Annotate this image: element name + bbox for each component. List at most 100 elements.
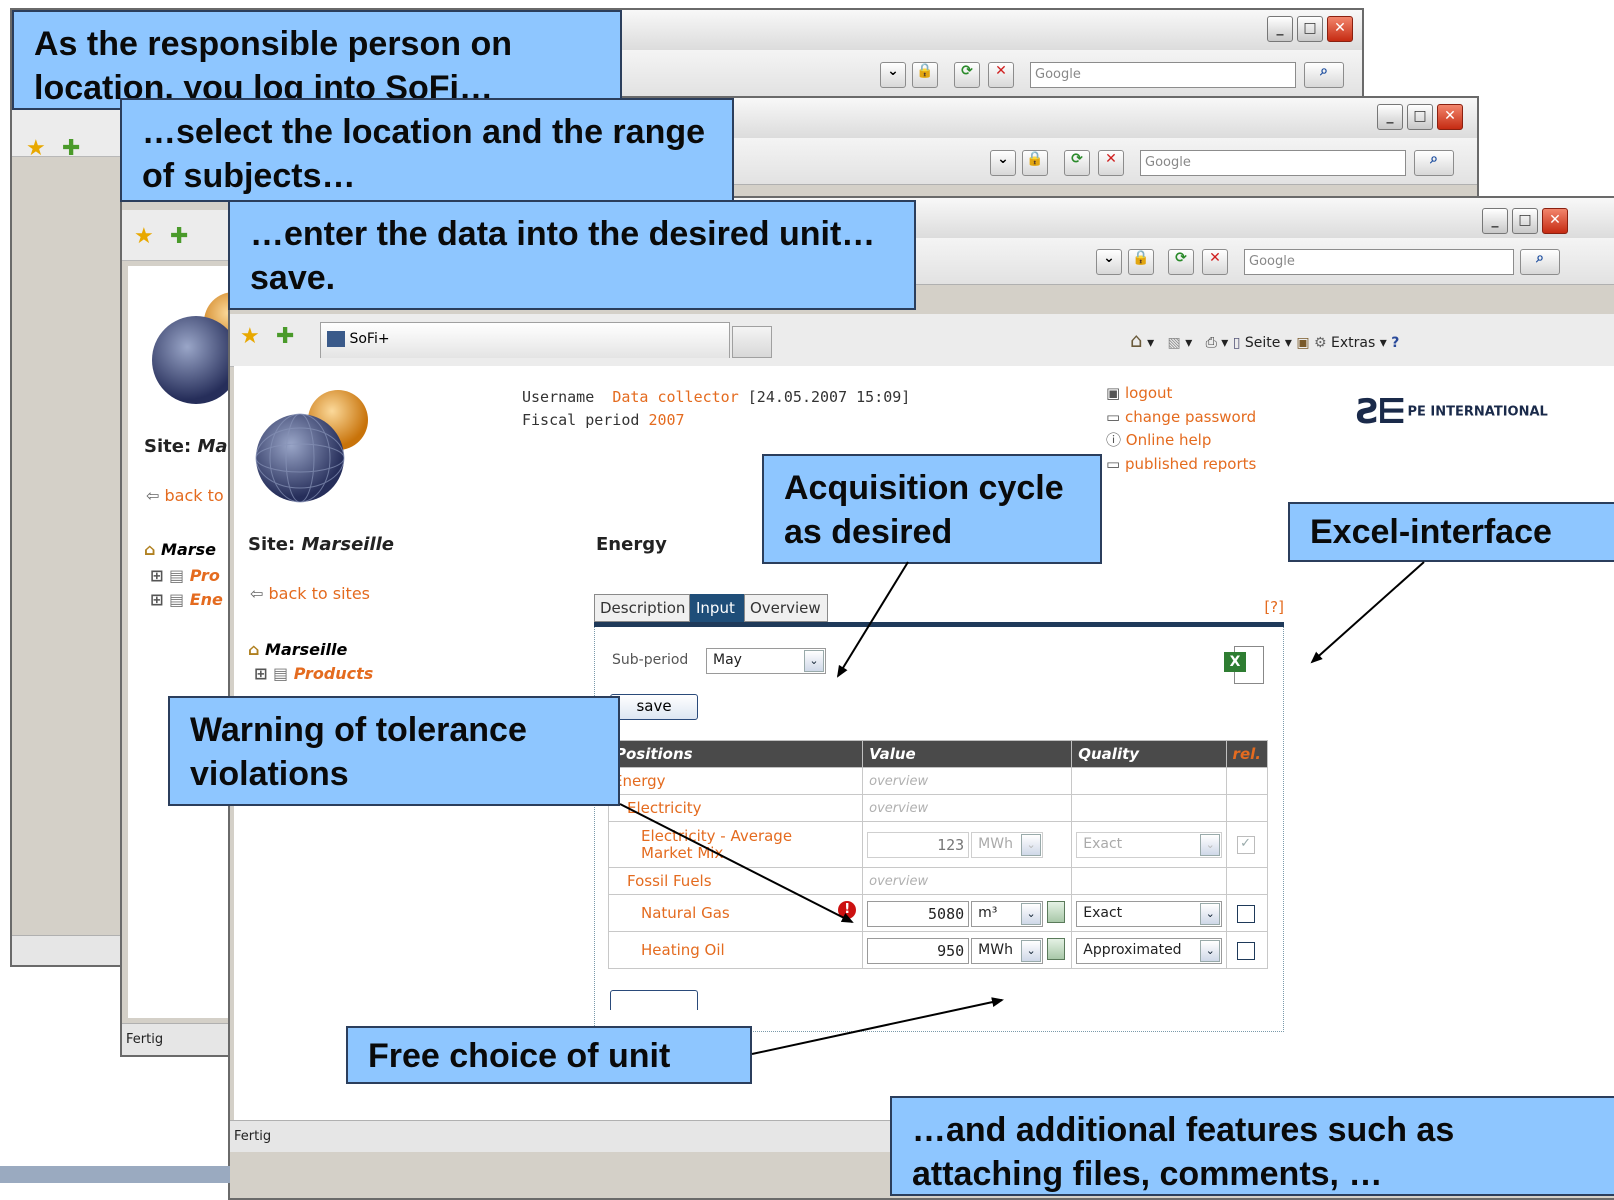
column-header[interactable]: rel. (1225, 740, 1269, 768)
chevron-down-icon[interactable]: ⌄ (1021, 940, 1042, 962)
browser-tab-sofi[interactable]: SoFi+ (320, 322, 730, 358)
excel-export-icon[interactable]: X (1224, 644, 1264, 684)
overview-link[interactable]: overview (862, 867, 1073, 895)
unit-value: MWh (978, 942, 1013, 958)
refresh-icon[interactable]: ⟳ (1064, 150, 1090, 176)
refresh-icon[interactable]: ⟳ (1168, 249, 1194, 275)
lock-icon: ▣ (1106, 384, 1121, 402)
chevron-down-icon: ⌄ (1200, 834, 1221, 856)
help-link[interactable]: [?] (1264, 598, 1284, 616)
minimize-button[interactable]: _ (1482, 208, 1508, 234)
search-icon[interactable]: ⌕ (1414, 150, 1454, 176)
feeds-icon[interactable]: ▧ (1168, 335, 1181, 351)
quality-select[interactable]: Approximated ⌄ (1076, 938, 1223, 964)
unit-select[interactable]: MWh ⌄ (971, 938, 1044, 964)
search-icon[interactable]: ⌕ (1304, 62, 1344, 88)
lock-icon: 🔒 (912, 62, 938, 88)
search-input[interactable]: Google (1244, 249, 1514, 275)
positions-table: Positions Value Quality rel. Energy over… (607, 740, 1269, 969)
status-text: Fertig (126, 1032, 164, 1047)
position-electricity[interactable]: Electricity (607, 794, 864, 822)
maximize-button[interactable]: □ (1407, 104, 1433, 130)
help-icon[interactable]: ? (1391, 335, 1399, 351)
tree-item-products[interactable]: ⊞ ▤ Products (254, 664, 373, 683)
home-icon[interactable]: ⌂ (1130, 328, 1143, 352)
maximize-button[interactable]: □ (1512, 208, 1538, 234)
relevance-checkbox[interactable] (1236, 905, 1255, 923)
minimize-button[interactable]: _ (1377, 104, 1403, 130)
dropdown-icon[interactable]: ⌄ (1096, 249, 1122, 275)
chevron-down-icon[interactable]: ⌄ (804, 650, 824, 672)
column-header[interactable]: Value (862, 740, 1073, 768)
page-menu[interactable]: Seite (1245, 335, 1281, 351)
minimize-button[interactable]: _ (1267, 16, 1293, 42)
published-reports-link[interactable]: ▭ published reports (1106, 453, 1256, 477)
print-icon[interactable]: ⎙ (1206, 335, 1217, 351)
expand-icon[interactable]: ⊞ (150, 590, 163, 609)
lock-icon: 🔒 (1128, 249, 1154, 275)
online-help-link[interactable]: ⓘ Online help (1106, 429, 1256, 453)
close-button[interactable]: ✕ (1437, 104, 1463, 130)
favorites-star-icon[interactable]: ★ (240, 324, 260, 349)
add-favorite-icon[interactable]: ✚ (62, 136, 80, 161)
search-input[interactable]: Google (1140, 150, 1406, 176)
add-favorite-icon[interactable]: ✚ (170, 224, 188, 249)
chevron-down-icon[interactable]: ⌄ (1200, 940, 1221, 962)
value-input[interactable]: 5080 (867, 901, 970, 927)
dropdown-icon[interactable]: ⌄ (880, 62, 906, 88)
tree-item-energy[interactable]: ⊞ ▤ Ene (150, 590, 223, 609)
refresh-icon[interactable]: ⟳ (954, 62, 980, 88)
unit-select[interactable]: m³ ⌄ (971, 901, 1044, 927)
search-input[interactable]: Google (1030, 62, 1296, 88)
subperiod-select[interactable]: May ⌄ (706, 648, 826, 674)
add-favorite-icon[interactable]: ✚ (276, 324, 294, 349)
calculator-icon[interactable] (1047, 938, 1066, 960)
new-tab-button[interactable] (732, 326, 772, 358)
overview-link[interactable]: overview (862, 767, 1073, 795)
search-icon[interactable]: ⌕ (1520, 249, 1560, 275)
table-row: Energy overview (607, 767, 1269, 795)
home-icon: ⌂ (144, 540, 156, 559)
calculator-icon[interactable] (1047, 901, 1066, 923)
tree-root[interactable]: ⌂ Marseille (248, 640, 347, 659)
maximize-button[interactable]: □ (1297, 16, 1323, 42)
extras-menu[interactable]: Extras (1331, 335, 1375, 351)
favorites-star-icon[interactable]: ★ (26, 136, 46, 161)
lock-icon: 🔒 (1022, 150, 1048, 176)
second-save-button[interactable] (610, 990, 698, 1010)
change-password-link[interactable]: ▭ change password (1106, 406, 1256, 430)
column-header[interactable]: Positions (607, 740, 864, 768)
back-to-sites-link[interactable]: ⇦ back to sites (250, 584, 370, 603)
tree-root[interactable]: ⌂ Marse (144, 540, 216, 559)
overview-link[interactable]: overview (862, 794, 1073, 822)
tab-description[interactable]: Description (594, 594, 690, 622)
relevance-checkbox[interactable] (1236, 942, 1255, 960)
folder-icon: ▤ (168, 590, 185, 609)
tab-input[interactable]: Input (690, 594, 744, 622)
back-to-sites-link[interactable]: ⇦ back to (146, 486, 224, 505)
save-button[interactable]: save (610, 694, 698, 720)
quality-select[interactable]: Exact ⌄ (1076, 901, 1223, 927)
fiscal-value: 2007 (648, 411, 685, 429)
stop-icon[interactable]: ✕ (988, 62, 1014, 88)
table-header: Positions Value Quality rel. (607, 740, 1269, 768)
warning-icon[interactable]: ! (838, 901, 857, 919)
value-input[interactable]: 950 (867, 938, 970, 964)
tab-overview[interactable]: Overview (744, 594, 828, 622)
position-fossil-fuels[interactable]: Fossil Fuels (607, 867, 864, 895)
close-button[interactable]: ✕ (1327, 16, 1353, 42)
favorites-star-icon[interactable]: ★ (134, 224, 154, 249)
chevron-down-icon[interactable]: ⌄ (1021, 903, 1042, 925)
tree-item-products[interactable]: ⊞ ▤ Pro (150, 566, 220, 585)
expand-icon[interactable]: ⊞ (150, 566, 163, 585)
chevron-down-icon[interactable]: ⌄ (1200, 903, 1221, 925)
position-energy[interactable]: Energy (607, 767, 864, 795)
expand-icon[interactable]: ⊞ (254, 664, 267, 683)
stop-icon[interactable]: ✕ (1098, 150, 1124, 176)
column-header[interactable]: Quality (1071, 740, 1227, 768)
logout-link[interactable]: ▣ logout (1106, 382, 1256, 406)
research-icon[interactable]: ▣ (1296, 335, 1309, 351)
dropdown-icon[interactable]: ⌄ (990, 150, 1016, 176)
close-button[interactable]: ✕ (1542, 208, 1568, 234)
stop-icon[interactable]: ✕ (1202, 249, 1228, 275)
